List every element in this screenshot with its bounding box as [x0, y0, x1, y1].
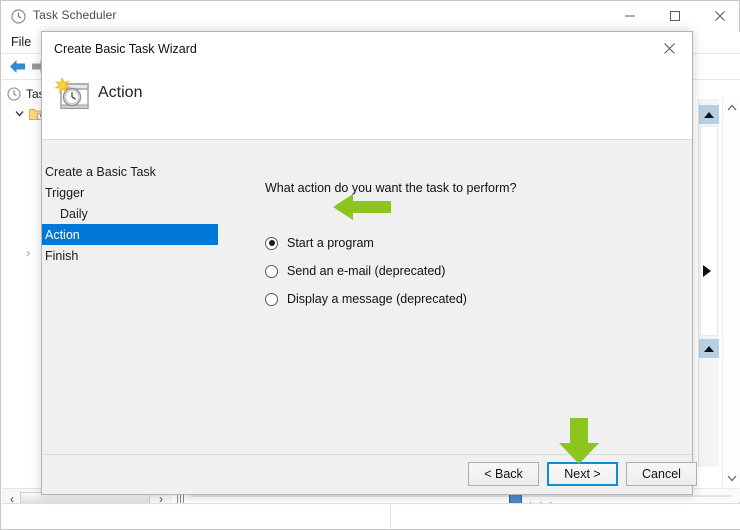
- status-divider: [390, 504, 392, 529]
- radio-button-icon[interactable]: [265, 292, 278, 306]
- radio-button-icon[interactable]: [265, 264, 278, 278]
- screen: Task Scheduler File Tas › ‹ › Create Bas…: [0, 0, 740, 530]
- step-label: Finish: [45, 248, 79, 263]
- triangle-up-icon: [704, 111, 714, 118]
- triangle-up-icon: [704, 345, 714, 352]
- wizard-step-finish[interactable]: Finish: [42, 245, 218, 266]
- wizard-step-create-a-basic-task[interactable]: Create a Basic Task: [42, 161, 218, 182]
- dialog-title: Create Basic Task Wizard: [54, 42, 197, 56]
- pane-splitter-icon[interactable]: [703, 265, 711, 277]
- arrow-pointing-start-a-program: [333, 192, 391, 227]
- maximize-button[interactable]: [652, 1, 697, 31]
- dialog-body: Create a Basic Task Trigger Daily Action…: [42, 140, 692, 456]
- task-clock-icon: [50, 72, 98, 120]
- dialog-header: Action: [42, 66, 692, 140]
- arrow-pointing-next-button: [556, 418, 602, 469]
- action-radio-group: Start a program Send an e-mail (deprecat…: [265, 229, 467, 313]
- wizard-step-trigger[interactable]: Trigger: [42, 182, 218, 203]
- radio-button-icon[interactable]: [265, 236, 278, 250]
- outer-vertical-scrollbar[interactable]: [722, 97, 740, 491]
- wizard-steps-list: Create a Basic Task Trigger Daily Action…: [42, 161, 218, 266]
- center-pane-vertical-scrollbar[interactable]: [698, 99, 719, 467]
- radio-label: Send an e-mail (deprecated): [287, 264, 446, 278]
- dialog-titlebar: Create Basic Task Wizard: [42, 32, 692, 66]
- scroll-down-button[interactable]: [699, 339, 719, 358]
- radio-option-display-a-message[interactable]: Display a message (deprecated): [265, 285, 467, 313]
- chevron-down-icon[interactable]: [725, 471, 739, 485]
- step-label: Create a Basic Task: [45, 164, 156, 179]
- step-label: Action: [45, 227, 80, 242]
- menu-item-file[interactable]: File: [11, 35, 31, 49]
- radio-option-send-an-email[interactable]: Send an e-mail (deprecated): [265, 257, 467, 285]
- scrollbar-thumb[interactable]: [700, 126, 718, 336]
- status-bar: [2, 503, 740, 529]
- clock-icon: [7, 86, 21, 101]
- wizard-step-action[interactable]: Action: [42, 224, 218, 245]
- chevron-down-icon[interactable]: [14, 108, 25, 119]
- dialog-heading: Action: [98, 84, 143, 101]
- wizard-step-daily[interactable]: Daily: [42, 203, 218, 224]
- tree-item-task-scheduler[interactable]: Tas: [7, 84, 45, 103]
- back-arrow-icon[interactable]: [8, 58, 27, 75]
- minimize-button[interactable]: [607, 1, 652, 31]
- radio-label: Start a program: [287, 236, 374, 250]
- clock-icon: [11, 9, 26, 24]
- tree-expander-icon[interactable]: ›: [26, 245, 30, 260]
- scroll-up-button[interactable]: [699, 105, 719, 124]
- back-button[interactable]: < Back: [468, 462, 539, 486]
- radio-option-start-a-program[interactable]: Start a program: [265, 229, 467, 257]
- close-button[interactable]: [697, 1, 740, 31]
- window-title: Task Scheduler: [33, 8, 117, 22]
- scrollbar-track[interactable]: [191, 495, 731, 497]
- window-titlebar: Task Scheduler: [1, 1, 739, 32]
- step-label: Trigger: [45, 185, 85, 200]
- step-label: Daily: [60, 206, 88, 221]
- radio-label: Display a message (deprecated): [287, 292, 467, 306]
- cancel-button[interactable]: Cancel: [626, 462, 697, 486]
- chevron-up-icon[interactable]: [725, 101, 739, 115]
- dialog-close-button[interactable]: [648, 34, 690, 62]
